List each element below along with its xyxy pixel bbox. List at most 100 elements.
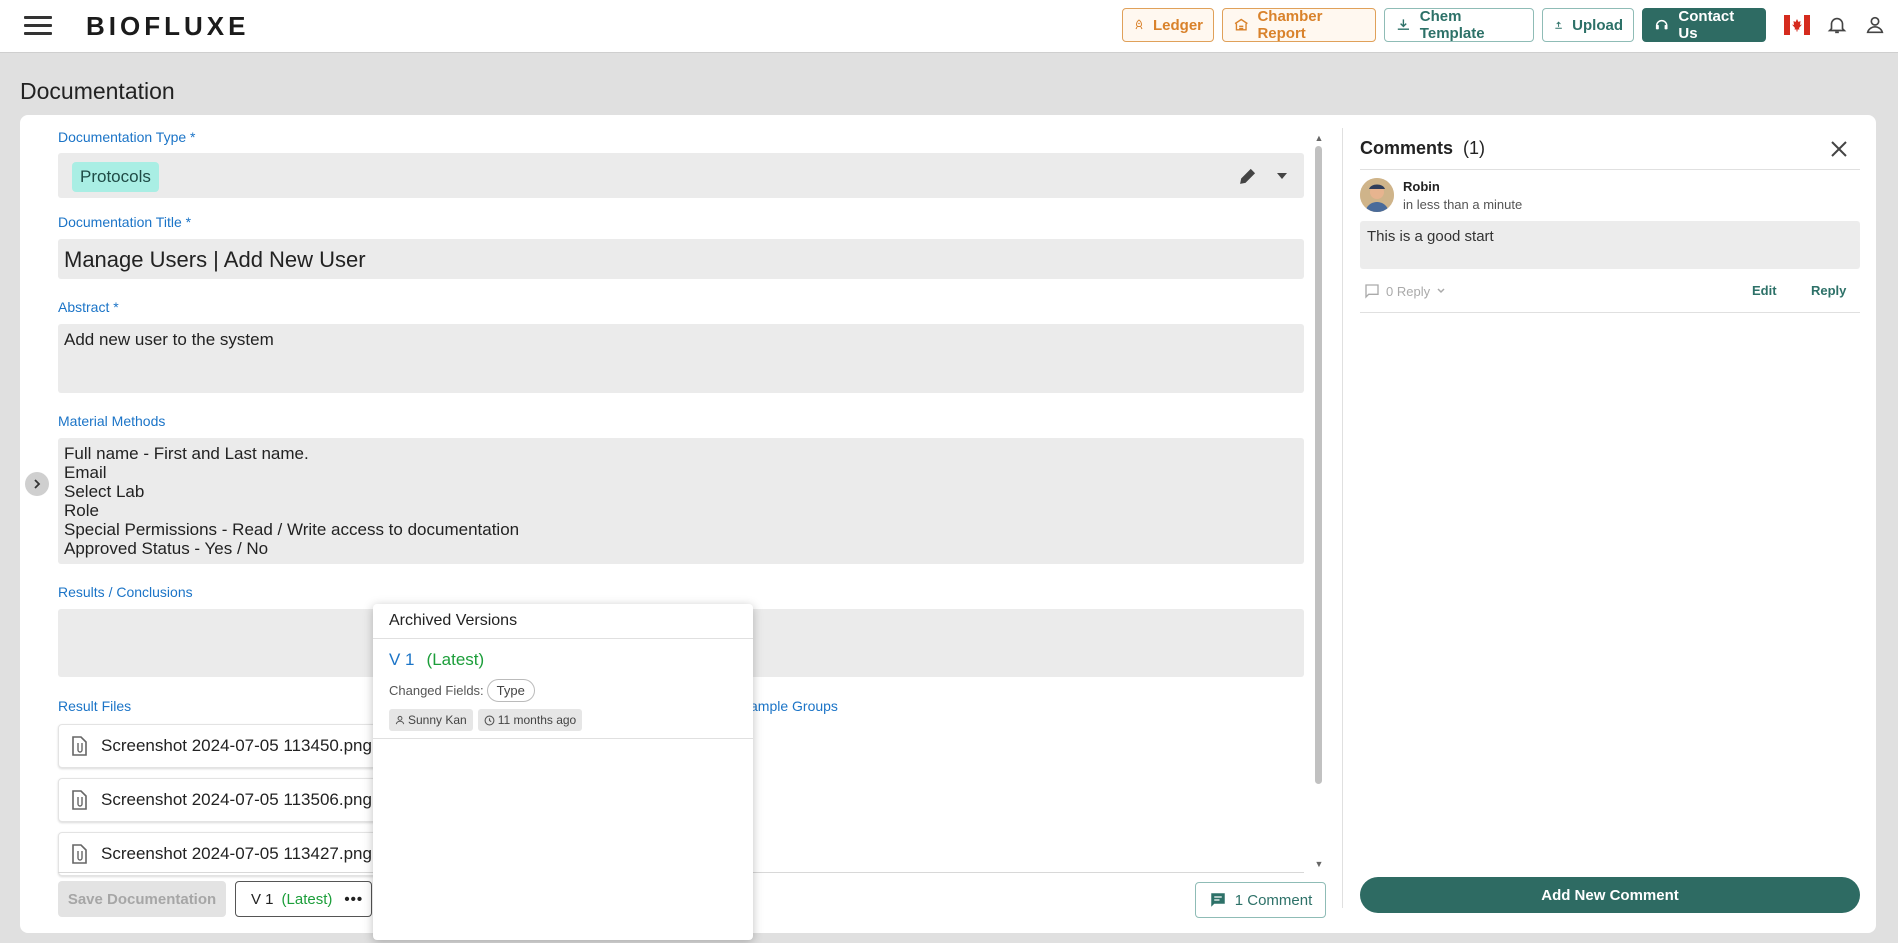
comment-text: This is a good start — [1367, 228, 1494, 245]
popover-divider — [373, 738, 753, 739]
menu-icon[interactable] — [24, 16, 52, 36]
material-methods-text: Full name - First and Last name. Email S… — [64, 444, 519, 558]
archived-latest-label: (Latest) — [426, 650, 485, 669]
comment-count-label: 1 Comment — [1234, 891, 1313, 909]
avatar — [1360, 178, 1394, 212]
methods-line: Full name - First and Last name. — [64, 444, 309, 463]
version-latest-label: (Latest) — [281, 890, 333, 908]
archived-versions-popover: Archived Versions V 1 (Latest) Changed Fi… — [373, 604, 753, 940]
chamber-icon — [1234, 18, 1248, 31]
comment-time: in less than a minute — [1403, 197, 1523, 212]
comments-header: Comments (1) — [1360, 138, 1485, 159]
version-meta: Sunny Kan 11 months ago — [389, 709, 583, 731]
version-label: V 1 — [251, 890, 274, 908]
rocket-icon — [1135, 19, 1143, 30]
result-file-item[interactable]: Screenshot 2024-07-05 113450.png — [58, 724, 388, 768]
ledger-button[interactable]: Ledger — [1122, 8, 1214, 42]
version-menu-button[interactable]: V 1 (Latest) ••• — [235, 881, 372, 917]
comments-toggle-button[interactable]: 1 Comment — [1195, 882, 1326, 918]
version-time-chip: 11 months ago — [477, 709, 583, 731]
edit-comment-button[interactable]: Edit — [1752, 283, 1777, 298]
edit-pencil-icon[interactable] — [1237, 165, 1259, 187]
upload-icon — [1555, 21, 1562, 29]
abstract-input[interactable]: Add new user to the system — [58, 324, 1304, 393]
scrollbar-thumb[interactable] — [1315, 146, 1322, 784]
comments-title: Comments — [1360, 138, 1454, 158]
ledger-label: Ledger — [1152, 16, 1203, 34]
comment-author: Robin — [1403, 179, 1440, 194]
upload-button[interactable]: Upload — [1542, 8, 1634, 42]
result-file-name: Screenshot 2024-07-05 113450.png — [101, 736, 372, 755]
abstract-value: Add new user to the system — [64, 330, 274, 349]
clock-icon — [484, 715, 495, 725]
methods-line: Special Permissions - Read / Write acces… — [64, 520, 520, 539]
attachment-icon — [72, 844, 87, 864]
documentation-title-label: Documentation Title * — [58, 214, 192, 230]
version-time: 11 months ago — [497, 713, 577, 727]
reply-count-label: 0 Reply — [1386, 283, 1431, 299]
result-file-name: Screenshot 2024-07-05 113427.png — [101, 844, 372, 863]
comments-divider — [1360, 312, 1860, 313]
top-bar: BIOFLUXE Ledger Chamber Report Chem Temp… — [0, 0, 1898, 53]
methods-line: Role — [64, 501, 99, 520]
result-file-item[interactable]: Screenshot 2024-07-05 113427.png — [58, 832, 388, 876]
result-file-item[interactable]: Screenshot 2024-07-05 113506.png — [58, 778, 388, 822]
result-files-label: Result Files — [58, 698, 132, 714]
changed-fields: Changed Fields: Type — [389, 679, 535, 702]
changed-fields-label: Changed Fields: — [389, 683, 484, 698]
archived-version-label: V 1 — [389, 650, 415, 669]
results-conclusions-label: Results / Conclusions — [58, 584, 193, 600]
support-icon — [1655, 20, 1668, 30]
type-chip: Protocols — [72, 162, 159, 192]
scroll-down-arrow[interactable]: ▼ — [1314, 860, 1324, 869]
version-author: Sunny Kan — [408, 713, 467, 727]
popover-divider — [373, 638, 753, 639]
scroll-up-arrow[interactable]: ▲ — [1314, 134, 1324, 143]
result-file-name: Screenshot 2024-07-05 113506.png — [101, 790, 372, 809]
documentation-type-select[interactable]: Protocols — [58, 153, 1304, 198]
more-horizontal-icon: ••• — [344, 890, 364, 908]
reply-comment-button[interactable]: Reply — [1811, 283, 1846, 298]
comment-icon — [1210, 893, 1225, 907]
bell-icon[interactable] — [1826, 14, 1848, 36]
close-icon[interactable] — [1830, 140, 1848, 158]
chevron-right-icon — [34, 479, 41, 489]
comments-count: (1) — [1463, 138, 1486, 158]
save-documentation-button[interactable]: Save Documentation — [58, 881, 226, 917]
chem-template-label: Chem Template — [1419, 8, 1485, 42]
attachment-icon — [72, 790, 87, 810]
documentation-type-label: Documentation Type * — [58, 129, 196, 145]
contact-us-label: Contact Us — [1678, 8, 1735, 42]
comment-body: This is a good start — [1360, 221, 1860, 269]
avatar-image — [1360, 178, 1394, 212]
chem-template-button[interactable]: Chem Template — [1384, 8, 1534, 42]
attachment-icon — [72, 736, 87, 756]
canada-flag-icon[interactable] — [1784, 15, 1810, 35]
panel-divider — [1342, 128, 1343, 908]
abstract-label: Abstract * — [58, 299, 119, 315]
download-icon — [1397, 19, 1409, 30]
comments-divider — [1360, 169, 1860, 170]
methods-line: Email — [64, 463, 107, 482]
archived-versions-title: Archived Versions — [389, 612, 518, 629]
changed-field-chip: Type — [486, 679, 535, 702]
person-icon — [395, 715, 405, 725]
methods-line: Select Lab — [64, 482, 145, 501]
material-methods-input[interactable]: Full name - First and Last name. Email S… — [58, 438, 1304, 564]
reply-count-toggle[interactable]: 0 Reply — [1364, 283, 1446, 299]
add-new-comment-button[interactable]: Add New Comment — [1360, 877, 1860, 913]
contact-us-button[interactable]: Contact Us — [1642, 8, 1766, 42]
logo: BIOFLUXE — [86, 11, 250, 41]
documentation-title-value: Manage Users | Add New User — [64, 247, 366, 272]
comment-outline-icon — [1365, 284, 1379, 299]
caret-down-icon[interactable] — [1276, 171, 1288, 181]
chamber-report-label: Chamber Report — [1257, 8, 1323, 42]
material-methods-label: Material Methods — [58, 413, 166, 429]
chamber-report-button[interactable]: Chamber Report — [1222, 8, 1376, 42]
version-author-chip: Sunny Kan — [389, 709, 473, 731]
documentation-title-input[interactable]: Manage Users | Add New User — [58, 239, 1304, 279]
archived-version-item[interactable]: V 1 (Latest) — [389, 650, 484, 670]
expand-sidebar-button[interactable] — [25, 472, 49, 496]
user-icon[interactable] — [1864, 14, 1886, 36]
sample-groups-label: ample Groups — [750, 698, 838, 714]
